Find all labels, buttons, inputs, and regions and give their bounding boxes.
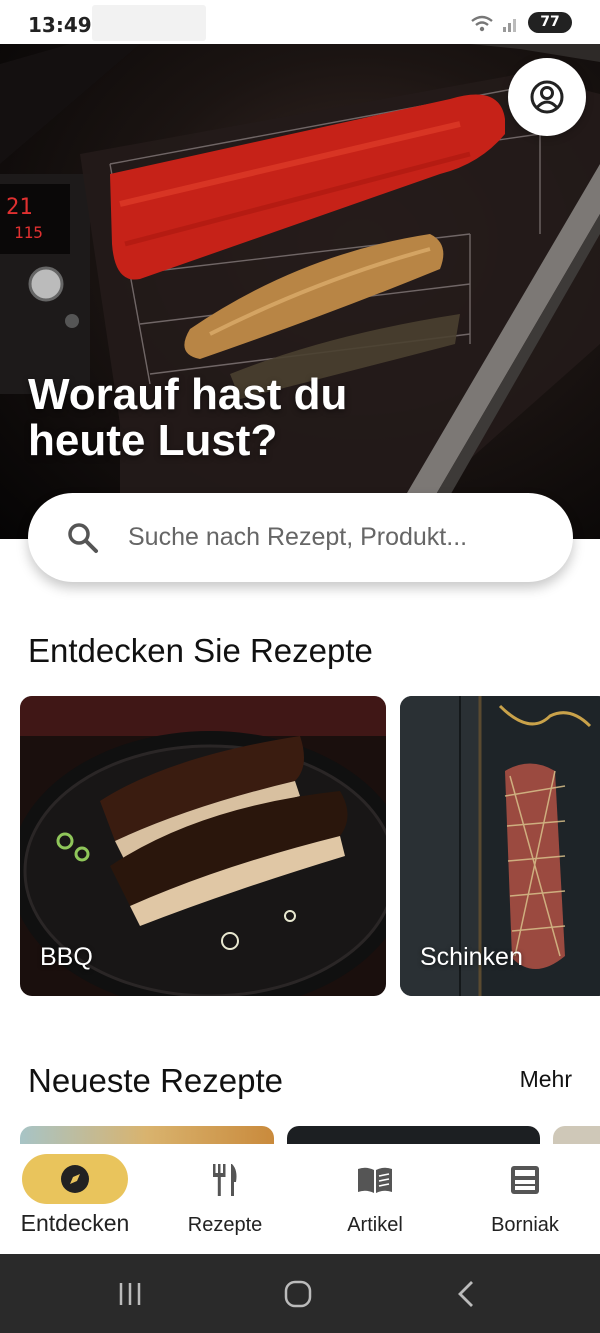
hero-banner: 21 115 Worauf hast du heute Lust? (0, 44, 600, 539)
app-screen: 13:49 77 21 115 Worauf hast du heute Lus… (0, 0, 600, 1333)
newest-section-title: Neueste Rezepte (28, 1062, 283, 1099)
status-bar: 13:49 77 (0, 0, 600, 44)
hero-title-line-1: Worauf hast du (28, 370, 348, 419)
system-navigation-bar (0, 1254, 600, 1333)
hero-title: Worauf hast du heute Lust? (28, 372, 458, 464)
search-input[interactable] (128, 515, 548, 559)
status-notification-area (92, 5, 206, 41)
search-bar[interactable] (28, 493, 573, 582)
smoker-icon (511, 1166, 539, 1194)
nav-item-borniak[interactable]: Borniak (450, 1144, 600, 1254)
back-icon (458, 1281, 473, 1307)
status-time: 13:49 (28, 13, 92, 37)
back-button[interactable] (446, 1274, 486, 1314)
nav-active-indicator (22, 1154, 128, 1204)
nav-label-artikel: Artikel (347, 1214, 403, 1236)
nav-item-rezepte[interactable]: Rezepte (150, 1144, 300, 1254)
discover-section-title: Entdecken Sie Rezepte (28, 632, 373, 669)
signal-icon (503, 18, 516, 32)
status-icons: 77 (470, 12, 572, 33)
user-icon (530, 80, 564, 114)
category-label-bbq: BBQ (40, 943, 93, 971)
profile-button[interactable] (508, 58, 586, 136)
oven-display-top: 21 (6, 195, 33, 220)
book-icon (358, 1167, 392, 1193)
recent-apps-button[interactable] (110, 1274, 150, 1314)
nav-label-entdecken: Entdecken (20, 1210, 130, 1236)
home-icon (284, 1280, 312, 1308)
home-button[interactable] (278, 1274, 318, 1314)
nav-label-borniak: Borniak (491, 1214, 559, 1236)
wifi-icon (471, 15, 493, 31)
battery-indicator: 77 (528, 12, 572, 33)
oven-display-bottom: 115 (14, 223, 43, 242)
hero-title-line-2: heute Lust? (28, 416, 278, 465)
category-card-bbq[interactable]: BBQ (20, 696, 386, 996)
nav-label-rezepte: Rezepte (187, 1214, 263, 1236)
bottom-navigation: Entdecken Rezepte Artikel Borniak (0, 1144, 600, 1254)
compass-icon (61, 1165, 89, 1193)
nav-item-artikel[interactable]: Artikel (300, 1144, 450, 1254)
more-link[interactable]: Mehr (520, 1066, 572, 1093)
search-icon (68, 523, 98, 553)
category-label-schinken: Schinken (420, 943, 523, 971)
fork-knife-icon (213, 1164, 237, 1196)
nav-item-entdecken[interactable]: Entdecken (0, 1144, 150, 1254)
recent-apps-icon (119, 1283, 141, 1305)
category-card-schinken[interactable]: Schinken (400, 696, 600, 996)
